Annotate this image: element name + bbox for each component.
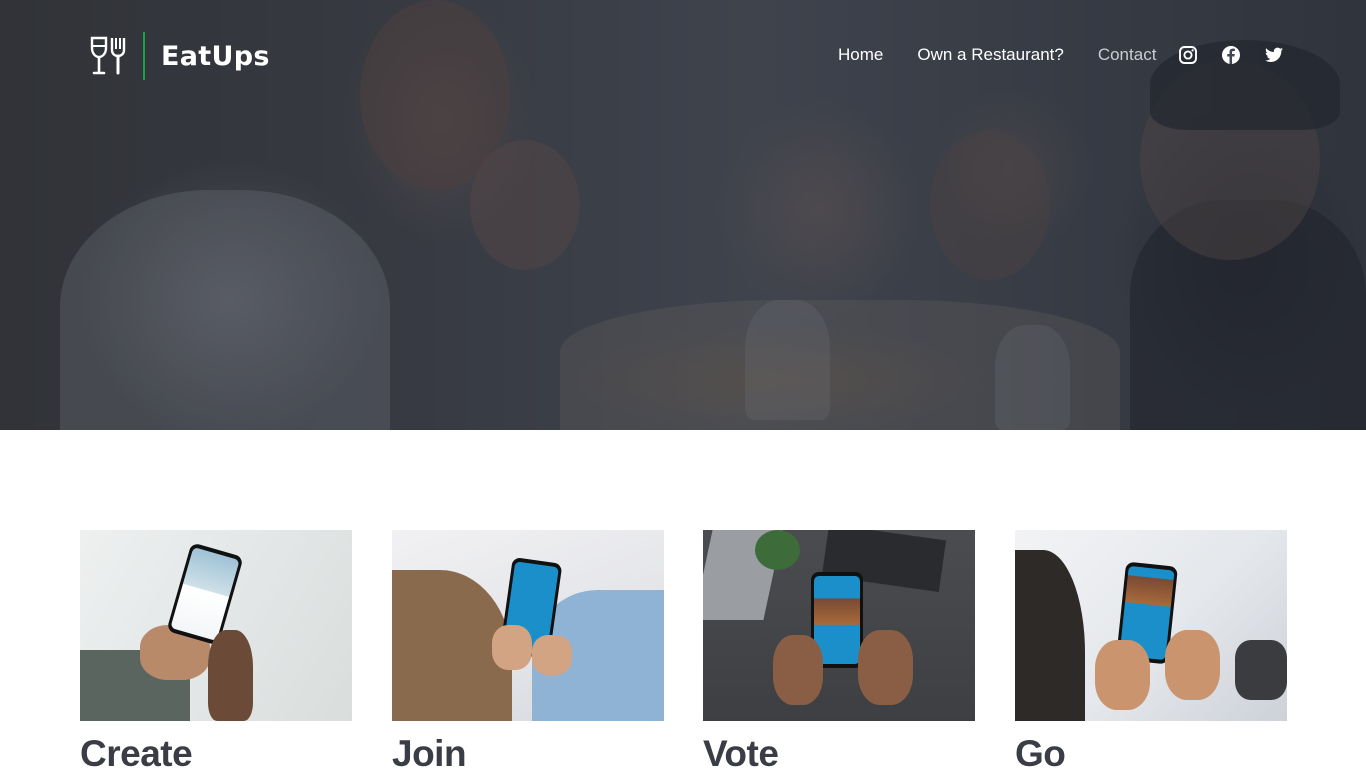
- step-go: Go: [1015, 530, 1287, 775]
- step-join-image: [392, 530, 664, 721]
- social-links: [1178, 45, 1284, 65]
- step-join-title: Join: [392, 733, 467, 774]
- twitter-icon[interactable]: [1264, 45, 1284, 65]
- step-vote-title: Vote: [703, 733, 779, 774]
- instagram-icon[interactable]: [1178, 45, 1198, 65]
- facebook-icon[interactable]: [1221, 45, 1241, 65]
- nav-home-link[interactable]: Home: [838, 45, 883, 65]
- main-nav: Home Own a Restaurant? Contact: [838, 44, 1190, 66]
- step-go-title: Go: [1015, 733, 1066, 774]
- step-vote-image: [703, 530, 975, 721]
- nav-own-restaurant-link[interactable]: Own a Restaurant?: [917, 45, 1063, 65]
- step-create-image: [80, 530, 352, 721]
- step-create: Create: [80, 530, 352, 775]
- brand-logo-link[interactable]: EatUps: [90, 32, 270, 80]
- brand-divider: [143, 32, 145, 80]
- nav-contact-link[interactable]: Contact: [1098, 45, 1157, 65]
- step-join: Join: [392, 530, 664, 775]
- step-vote: Vote: [703, 530, 975, 775]
- step-create-title: Create: [80, 733, 193, 774]
- wine-fork-logo-icon: [90, 36, 126, 75]
- brand-name: EatUps: [161, 40, 270, 72]
- step-go-image: [1015, 530, 1287, 721]
